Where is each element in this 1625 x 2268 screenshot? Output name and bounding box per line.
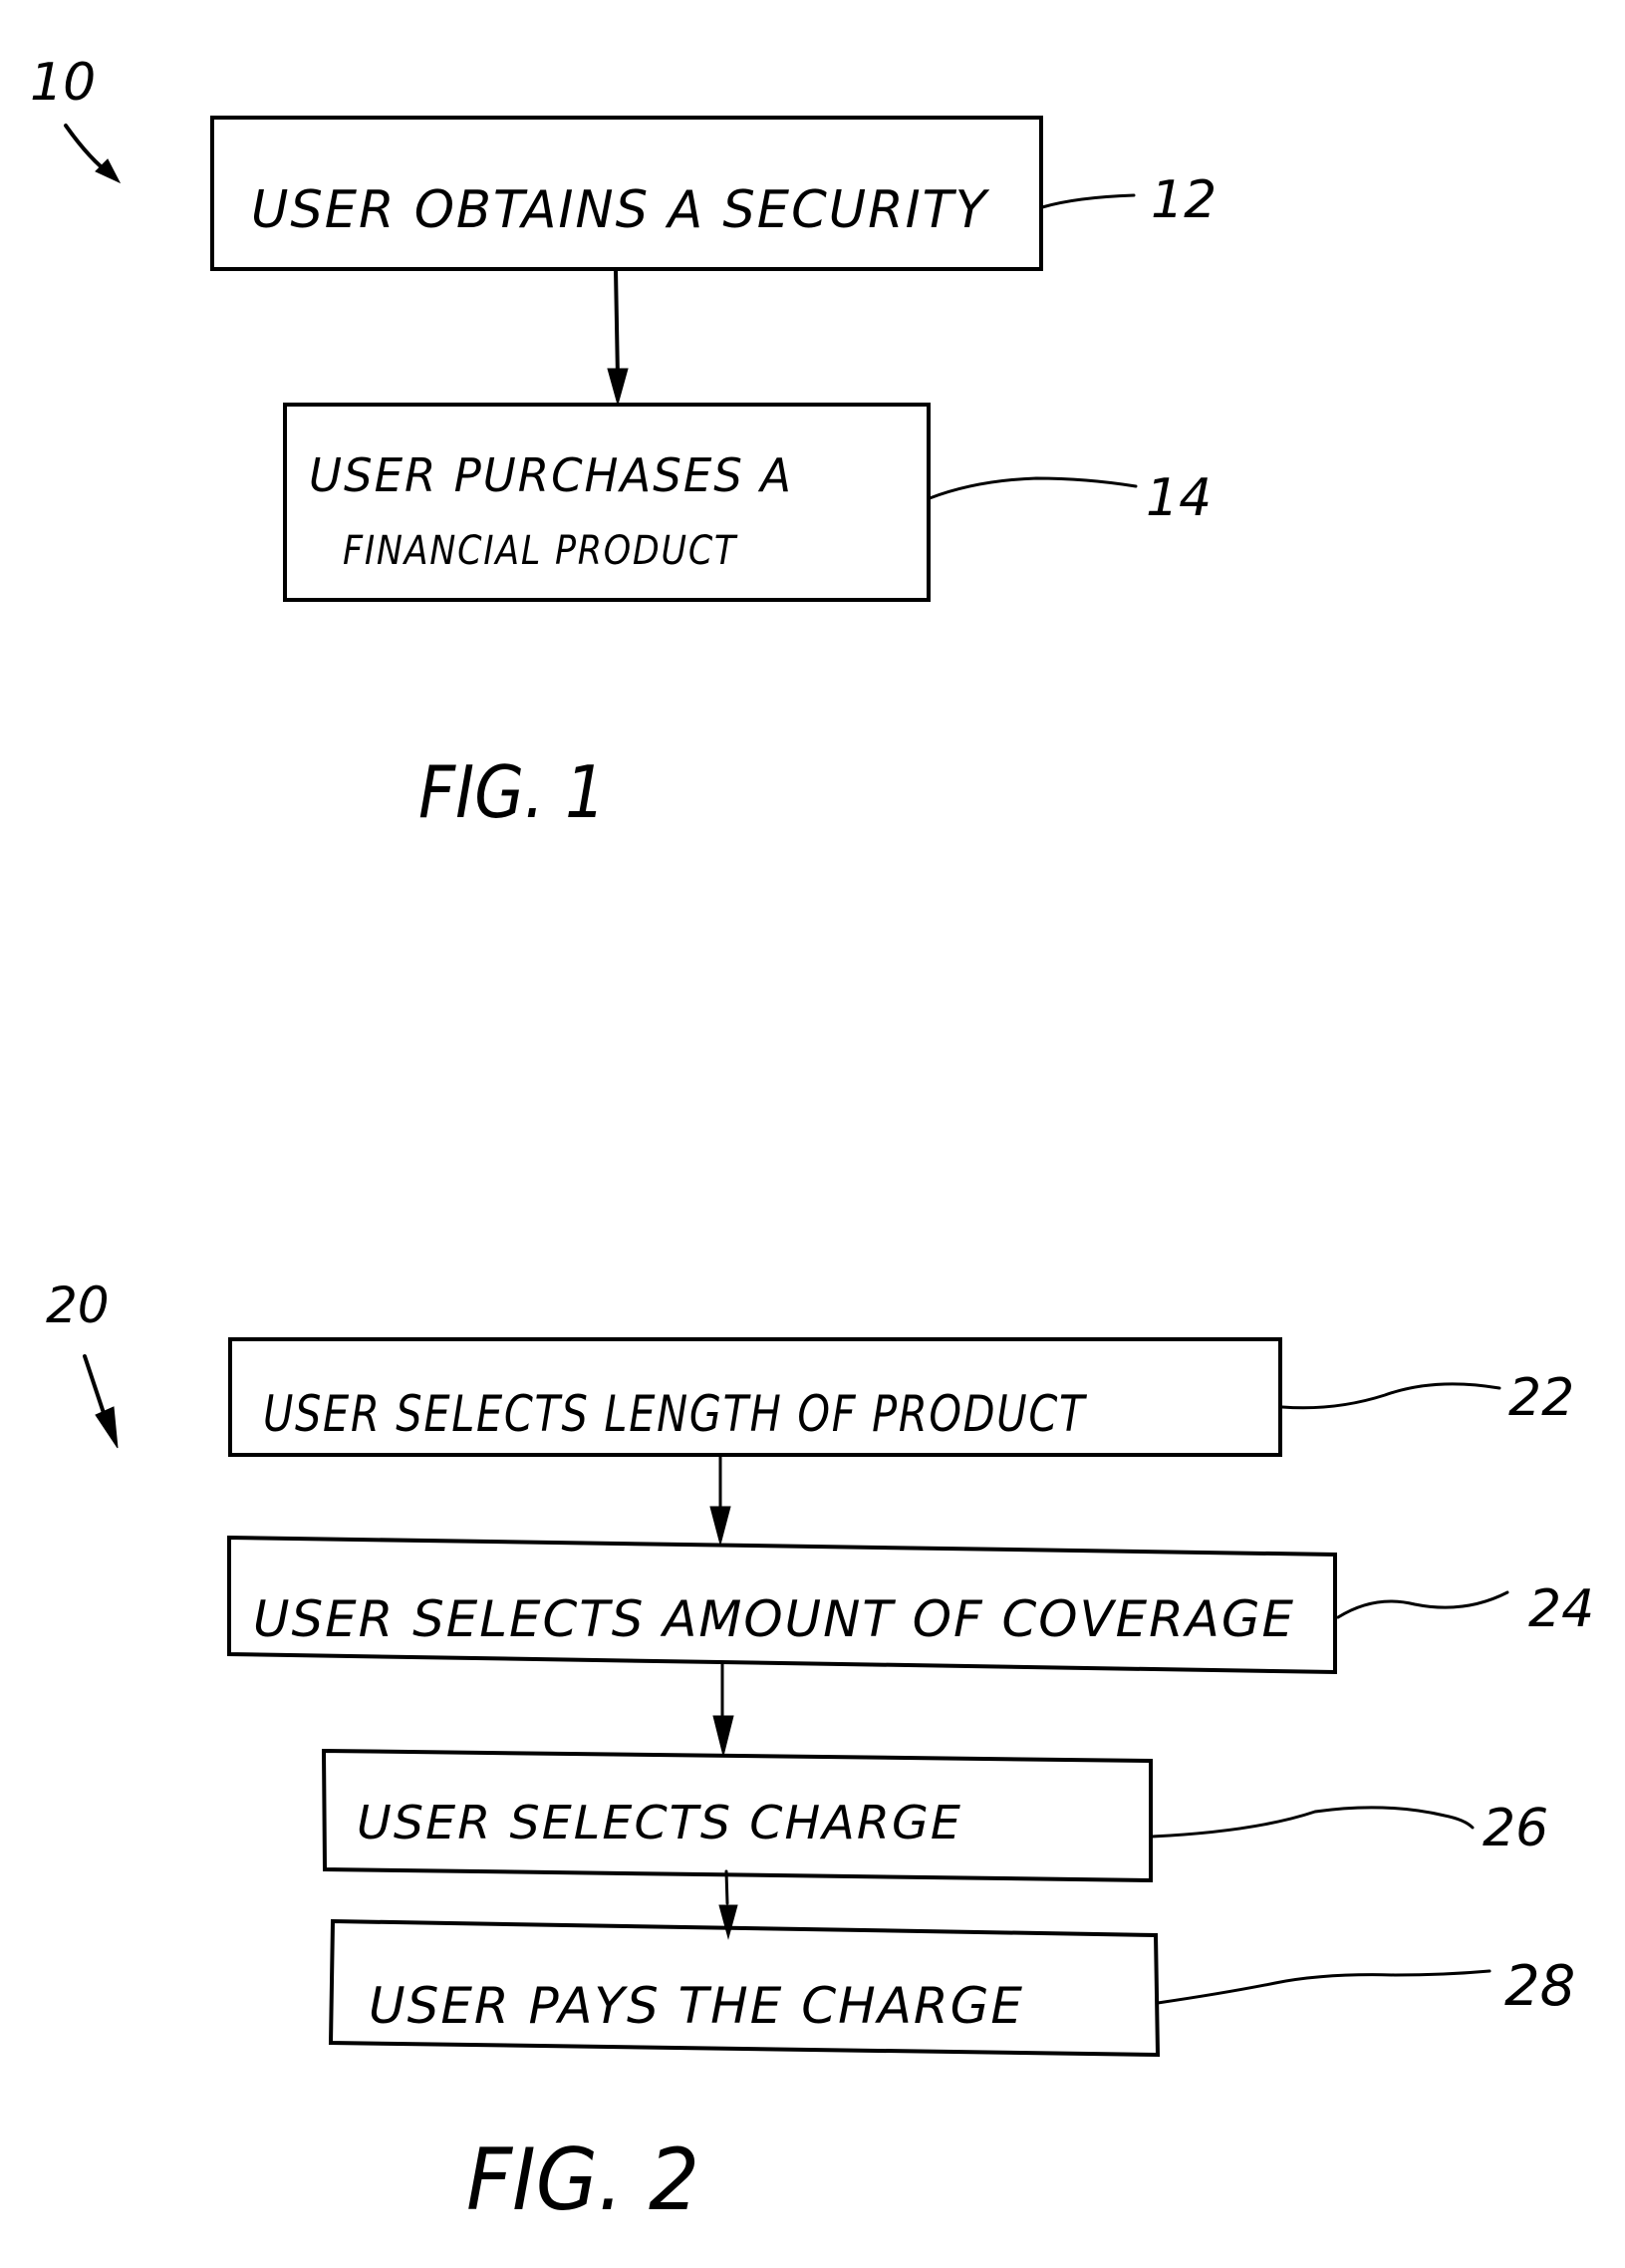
step-box-22: USER SELECTS LENGTH OF PRODUCT bbox=[228, 1337, 1282, 1457]
step-22-label: USER SELECTS LENGTH OF PRODUCT bbox=[263, 1385, 1087, 1443]
flow-arrow-22-to-24-icon bbox=[709, 1454, 731, 1547]
step-box-12: USER OBTAINS A SECURITY bbox=[210, 116, 1043, 271]
step-14-label-line-2: FINANCIAL PRODUCT bbox=[343, 528, 738, 574]
step-28-label: USER PAYS THE CHARGE bbox=[369, 1977, 1024, 2035]
figure-1: 10 USER OBTAINS A SECURITY 12 USER PURCH… bbox=[30, 53, 1217, 834]
figure-1-pointer-arrow-icon bbox=[64, 124, 122, 184]
leader-line-14 bbox=[928, 476, 1138, 500]
figure-2-pointer-arrow-icon bbox=[83, 1354, 119, 1449]
flow-arrow-24-to-26-icon bbox=[712, 1662, 734, 1757]
step-22-ref-numeral: 22 bbox=[1508, 1368, 1574, 1428]
leader-line-28 bbox=[1156, 1969, 1491, 2005]
flow-arrow-12-to-14-icon bbox=[607, 268, 629, 407]
figure-1-caption: FIG. 1 bbox=[418, 750, 606, 834]
step-14-ref-numeral: 14 bbox=[1146, 468, 1212, 528]
step-24-ref-numeral: 24 bbox=[1528, 1579, 1594, 1639]
step-26-label: USER SELECTS CHARGE bbox=[357, 1796, 962, 1849]
figure-2: 20 USER SELECTS LENGTH OF PRODUCT 22 USE… bbox=[46, 1276, 1594, 2230]
step-box-24: USER SELECTS AMOUNT OF COVERAGE bbox=[227, 1535, 1337, 1675]
leader-line-22 bbox=[1280, 1382, 1501, 1410]
step-12-ref-numeral: 12 bbox=[1151, 170, 1217, 230]
figure-2-caption: FIG. 2 bbox=[466, 2130, 699, 2230]
step-box-14: USER PURCHASES A FINANCIAL PRODUCT bbox=[283, 403, 931, 602]
step-box-26: USER SELECTS CHARGE bbox=[321, 1748, 1153, 1883]
step-12-label: USER OBTAINS A SECURITY bbox=[251, 180, 990, 240]
leader-line-24 bbox=[1336, 1590, 1509, 1619]
patent-drawing-sheet: 10 USER OBTAINS A SECURITY 12 USER PURCH… bbox=[30, 53, 1594, 2230]
leader-line-26 bbox=[1150, 1806, 1475, 1839]
step-26-ref-numeral: 26 bbox=[1483, 1799, 1548, 1858]
figure-1-ref-numeral: 10 bbox=[30, 53, 96, 113]
leader-line-12 bbox=[1040, 193, 1136, 209]
step-14-label-line-1: USER PURCHASES A bbox=[309, 448, 793, 502]
step-28-ref-numeral: 28 bbox=[1504, 1954, 1575, 2019]
step-box-28: USER PAYS THE CHARGE bbox=[328, 1918, 1161, 2058]
figure-2-ref-numeral: 20 bbox=[46, 1276, 110, 1334]
step-24-label: USER SELECTS AMOUNT OF COVERAGE bbox=[253, 1590, 1295, 1648]
